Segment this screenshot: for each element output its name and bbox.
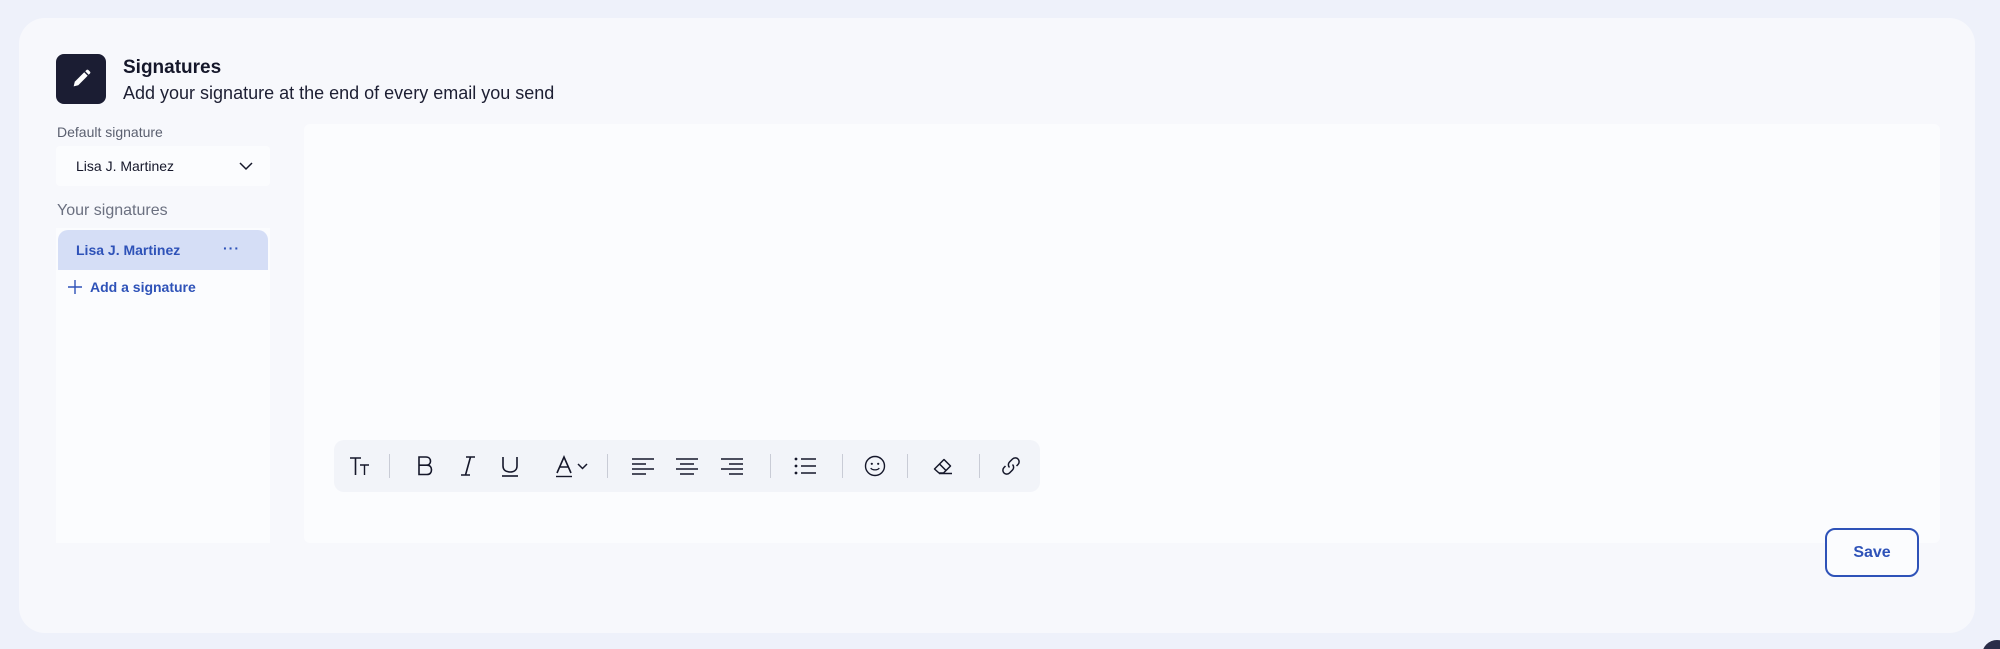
more-options-button[interactable]: ···	[223, 240, 240, 256]
default-signature-select[interactable]: Lisa J. Martinez	[56, 146, 270, 186]
signature-item[interactable]: Lisa J. Martinez ···	[58, 230, 268, 270]
signature-editor[interactable]	[304, 124, 1940, 543]
plus-icon	[68, 280, 82, 294]
bold-icon[interactable]	[412, 453, 438, 479]
align-right-icon[interactable]	[719, 453, 745, 479]
default-signature-value: Lisa J. Martinez	[76, 158, 175, 174]
default-signature-label: Default signature	[57, 124, 163, 140]
eraser-icon[interactable]	[930, 453, 956, 479]
add-signature-button[interactable]: Add a signature	[68, 276, 196, 298]
add-signature-label: Add a signature	[90, 279, 196, 295]
formatting-toolbar	[334, 440, 1040, 492]
signatures-card: Signatures Add your signature at the end…	[19, 18, 1975, 633]
align-left-icon[interactable]	[630, 453, 656, 479]
signature-list: Lisa J. Martinez ··· Add a signature	[56, 228, 270, 543]
signature-sidebar: Default signature Lisa J. Martinez Your …	[56, 124, 270, 543]
save-button[interactable]: Save	[1825, 528, 1919, 577]
text-size-icon[interactable]	[348, 453, 374, 479]
page-subtitle: Add your signature at the end of every e…	[123, 83, 555, 103]
underline-icon[interactable]	[497, 453, 523, 479]
signature-item-label: Lisa J. Martinez	[76, 242, 181, 258]
link-icon[interactable]	[998, 453, 1024, 479]
page-title: Signatures	[123, 57, 222, 78]
emoji-icon[interactable]	[862, 453, 888, 479]
bullet-list-icon[interactable]	[792, 453, 818, 479]
chevron-down-icon	[239, 162, 253, 171]
chat-launcher-button[interactable]	[1982, 640, 2000, 649]
italic-icon[interactable]	[455, 453, 481, 479]
your-signatures-label: Your signatures	[57, 202, 168, 219]
text-color-icon[interactable]	[554, 453, 592, 479]
pencil-icon	[56, 54, 106, 104]
align-center-icon[interactable]	[674, 453, 700, 479]
